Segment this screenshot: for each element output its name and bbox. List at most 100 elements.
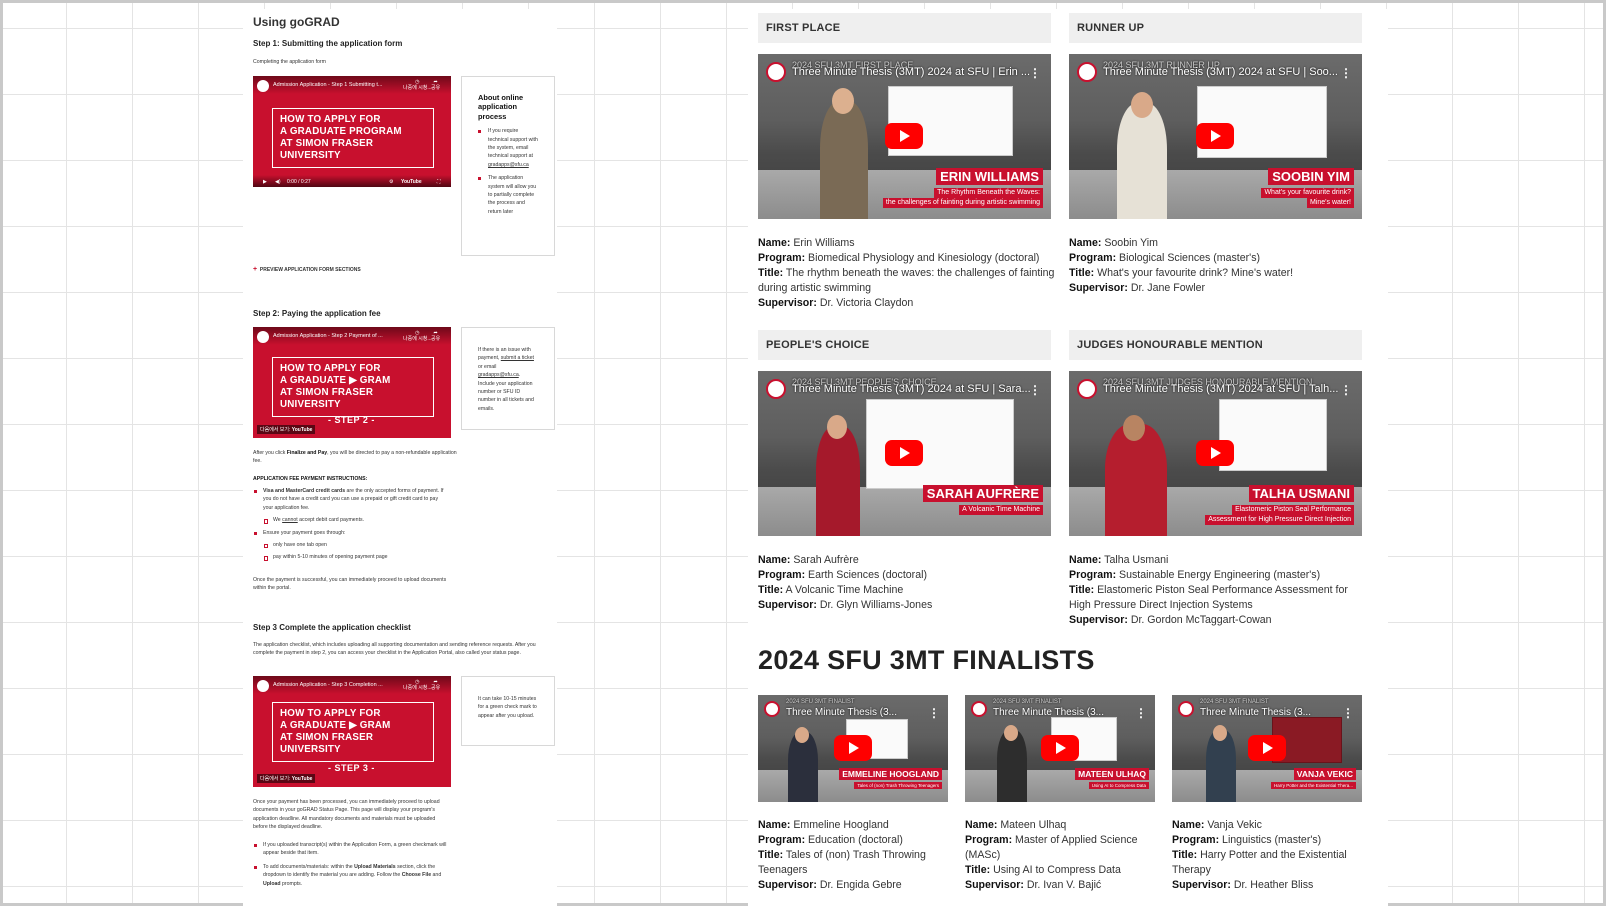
play-icon[interactable]: ▶ [263, 179, 267, 185]
finalist-info: Name: Emmeline Hoogland Program: Educati… [758, 819, 926, 891]
winner-info: Name: Sarah Aufrère Program: Earth Scien… [758, 554, 933, 611]
step2-aside: If there is an issue with payment, submi… [461, 327, 555, 430]
video-overlay: 2024 SFU 3MT FINALIST [1200, 699, 1269, 705]
more-options-icon[interactable]: ⋮ [1029, 383, 1041, 397]
video-title[interactable]: Admission Application - Step 1 Submittin… [273, 82, 382, 88]
video-title[interactable]: Three Minute Thesis (3MT) 2024 at SFU | … [1103, 66, 1338, 78]
video-title[interactable]: Three Minute Thesis (3MT) 2024 at SFU | … [792, 383, 1031, 395]
play-button-icon[interactable] [1041, 735, 1079, 761]
thumb-subtitle: Harry Potter and the Existential Thera..… [1271, 782, 1356, 789]
play-button-icon[interactable] [885, 123, 923, 149]
thumb-name: EMMELINE HOOGLAND [839, 768, 942, 780]
more-options-icon[interactable]: ⋮ [1342, 706, 1354, 720]
video-frame-text: HOW TO APPLY FOR A GRADUATE PROGRAM AT S… [272, 108, 434, 168]
video-erin-williams[interactable]: 2024 SFU 3MT FIRST PLACE Three Minute Th… [758, 54, 1051, 219]
video-step-label: - STEP 2 - [328, 415, 375, 425]
more-options-icon[interactable]: ⋮ [1029, 66, 1041, 80]
payment-success-text: Once the payment is successful, you can … [253, 577, 447, 592]
play-button-icon[interactable] [1248, 735, 1286, 761]
thumb-subtitle: Using AI to Compress Data [1088, 782, 1149, 789]
watch-later-icon[interactable]: ◷ 나중에 시청... [403, 679, 432, 691]
settings-icon[interactable]: ⚙ [389, 179, 393, 185]
sfu-logo-icon [764, 701, 780, 717]
video-sarah-aufrere[interactable]: 2024 SFU 3MT PEOPLE'S CHOICE Three Minut… [758, 371, 1051, 536]
thumb-name: SARAH AUFRÈRE [922, 485, 1043, 502]
fullscreen-icon[interactable]: ⛶ [437, 179, 441, 185]
watch-on-youtube[interactable]: 다음에서 보기: YouTube [257, 774, 316, 783]
sfu-logo-icon [766, 379, 786, 399]
video-soobin-yim[interactable]: 2024 SFU 3MT RUNNER UP Three Minute Thes… [1069, 54, 1362, 219]
play-button-icon[interactable] [1196, 440, 1234, 466]
step2-after-text: After you click Finalize and Pay, you wi… [253, 450, 457, 465]
thumb-name: VANJA VEKIC [1293, 768, 1356, 780]
step2-video[interactable]: Admission Application - Step 2 Payment o… [253, 327, 451, 438]
video-emmeline-hoogland[interactable]: 2024 SFU 3MT FINALIST Three Minute Thesi… [758, 695, 948, 802]
winner-info: Name: Talha Usmani Program: Sustainable … [1069, 554, 1348, 626]
step2-title: Step 2: Paying the application fee [253, 309, 381, 318]
video-title[interactable]: Admission Application - Step 3 Completio… [273, 682, 383, 688]
video-overlay: 2024 SFU 3MT FINALIST [993, 699, 1062, 705]
video-frame-text: HOW TO APPLY FOR A GRADUATE ▶ GRAM AT SI… [272, 702, 434, 762]
gradapps-email-link[interactable]: gradapps@sfu.ca [478, 372, 519, 378]
thumb-name: SOOBIN YIM [1268, 168, 1354, 185]
page-heading: Using goGRAD [253, 15, 340, 29]
watch-later-icon[interactable]: ◷ 나중에 시청... [403, 330, 432, 342]
category-first-place: FIRST PLACE [758, 13, 1051, 43]
preview-sections-toggle[interactable]: + PREVIEW APPLICATION FORM SECTIONS [253, 266, 361, 274]
list-item: pay within 5-10 minutes of opening payme… [253, 553, 449, 562]
video-title[interactable]: Three Minute Thesis (3MT) 2024 at SFU | … [1103, 383, 1338, 395]
video-title[interactable]: Admission Application - Step 2 Payment o… [273, 333, 383, 339]
category-peoples-choice: PEOPLE'S CHOICE [758, 330, 1051, 360]
sfu-logo-icon [257, 680, 269, 692]
video-overlay: 2024 SFU 3MT FINALIST [786, 699, 855, 705]
step3-intro: The application checklist, which include… [253, 642, 536, 657]
video-frame-text: HOW TO APPLY FOR A GRADUATE ▶ GRAM AT SI… [272, 357, 434, 417]
share-icon[interactable]: ➦ 공유 [431, 79, 440, 91]
step3-video[interactable]: Admission Application - Step 3 Completio… [253, 676, 451, 787]
play-button-icon[interactable] [885, 440, 923, 466]
list-item: We cannot accept debit card payments. [253, 516, 449, 524]
more-options-icon[interactable]: ⋮ [1340, 66, 1352, 80]
step3-aside: It can take 10-15 minutes for a green ch… [461, 676, 555, 746]
sfu-logo-icon [1178, 701, 1194, 717]
share-icon[interactable]: ➦ 공유 [431, 679, 440, 691]
video-title[interactable]: Three Minute Thesis (3MT) 2024 at SFU | … [792, 66, 1030, 78]
sfu-logo-icon [257, 331, 269, 343]
watch-on-youtube[interactable]: 다음에서 보기: YouTube [257, 425, 316, 434]
submit-ticket-link[interactable]: submit a ticket [501, 355, 534, 361]
support-email-link[interactable]: gradapps@sfu.ca [488, 162, 529, 168]
video-mateen-ulhaq[interactable]: 2024 SFU 3MT FINALIST Three Minute Thesi… [965, 695, 1155, 802]
video-title[interactable]: Three Minute Thesis (3... [786, 707, 897, 718]
play-button-icon[interactable] [834, 735, 872, 761]
finalist-info: Name: Mateen Ulhaq Program: Master of Ap… [965, 819, 1138, 891]
share-icon[interactable]: ➦ 공유 [431, 330, 440, 342]
step1-title: Step 1: Submitting the application form [253, 39, 403, 48]
watch-later-icon[interactable]: ◷ 나중에 시청... [403, 79, 432, 91]
video-talha-usmani[interactable]: 2024 SFU 3MT JUDGES HONOURABLE MENTION T… [1069, 371, 1362, 536]
video-time: 0:00 / 0:27 [287, 179, 311, 185]
thumb-subtitle: What's your favourite drink? [1261, 188, 1354, 198]
more-options-icon[interactable]: ⋮ [1135, 706, 1147, 720]
thumb-name: TALHA USMANI [1248, 485, 1354, 502]
video-title[interactable]: Three Minute Thesis (3... [1200, 707, 1311, 718]
list-item: If you uploaded transcript(s) within the… [253, 841, 453, 858]
youtube-logo[interactable]: YouTube [401, 179, 422, 185]
video-vanja-vekic[interactable]: 2024 SFU 3MT FINALIST Three Minute Thesi… [1172, 695, 1362, 802]
sfu-logo-icon [766, 62, 786, 82]
video-title[interactable]: Three Minute Thesis (3... [993, 707, 1104, 718]
step1-aside: About online application process If you … [461, 76, 555, 256]
list-item: Ensure your payment goes through: [253, 529, 449, 537]
aside-title: About online application process [478, 93, 524, 121]
more-options-icon[interactable]: ⋮ [928, 706, 940, 720]
finalists-heading: 2024 SFU 3MT FINALISTS [758, 645, 1095, 675]
sfu-logo-icon [1077, 379, 1097, 399]
volume-icon[interactable]: ◀) [275, 179, 281, 185]
sfu-logo-icon [257, 80, 269, 92]
more-options-icon[interactable]: ⋮ [1340, 383, 1352, 397]
play-button-icon[interactable] [1196, 123, 1234, 149]
thumb-subtitle: Tales of (non) Trash Throwing Teenagers [854, 782, 942, 789]
step1-intro: Completing the application form [253, 59, 326, 65]
category-judges-honourable-mention: JUDGES HONOURABLE MENTION [1069, 330, 1362, 360]
finalist-info: Name: Vanja Vekic Program: Linguistics (… [1172, 819, 1347, 891]
step1-video[interactable]: Admission Application - Step 1 Submittin… [253, 76, 451, 187]
